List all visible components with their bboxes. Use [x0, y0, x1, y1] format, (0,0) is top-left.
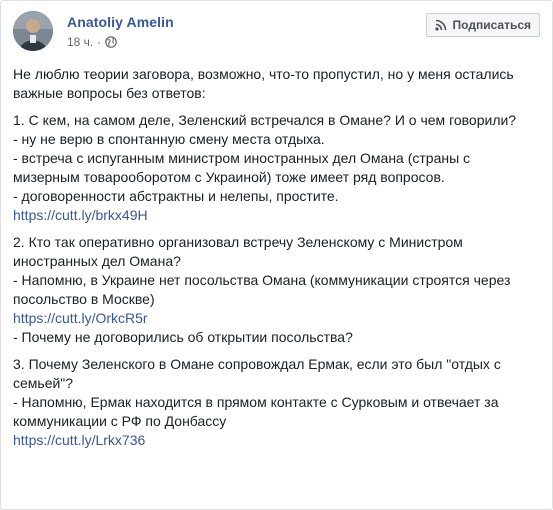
subscribe-button[interactable]: Подписаться: [425, 13, 540, 37]
author-name[interactable]: Anatoliy Amelin: [67, 14, 174, 30]
meta-separator: ·: [97, 35, 102, 49]
post-text-line: - встреча с испуганным министром иностра…: [13, 150, 471, 185]
rss-icon: [434, 19, 447, 31]
post-link[interactable]: https://cutt.ly/Lrkx736: [13, 431, 538, 450]
post-paragraph: Не люблю теории заговора, возможно, что-…: [13, 65, 538, 103]
post-paragraph: 2. Кто так оперативно организовал встреч…: [13, 233, 538, 347]
post-text-line: - Напомню, в Украине нет посольства Оман…: [13, 272, 511, 307]
post-text: Не люблю теории заговора, возможно, что-…: [13, 65, 538, 458]
avatar-photo: [13, 11, 53, 51]
post-link[interactable]: https://cutt.ly/brkx49H: [13, 206, 538, 225]
post-paragraph: 3. Почему Зеленского в Омане сопровождал…: [13, 355, 538, 450]
post-meta: 18 ч. ·: [67, 35, 118, 49]
post-text-line: - Почему не договорились об открытии пос…: [13, 329, 353, 345]
author-avatar[interactable]: [13, 11, 53, 51]
post-timestamp[interactable]: 18 ч.: [67, 35, 93, 49]
post-header: Anatoliy Amelin 18 ч. · Подписаться: [13, 11, 540, 61]
post-text-line: Не люблю теории заговора, возможно, что-…: [13, 66, 514, 101]
post-text-line: - ну не верю в спонтанную смену места от…: [13, 131, 325, 147]
post-paragraph: 1. С кем, на самом деле, Зеленский встре…: [13, 111, 538, 225]
post-text-line: - Напомню, Ермак находится в прямом конт…: [13, 394, 499, 429]
post-text-line: - договоренности абстрактны и нелепы, пр…: [13, 188, 339, 204]
facebook-post-card: Anatoliy Amelin 18 ч. · Подписаться Не л…: [0, 0, 553, 510]
post-text-line: 2. Кто так оперативно организовал встреч…: [13, 234, 463, 269]
post-link[interactable]: https://cutt.ly/OrkcR5r: [13, 309, 538, 328]
subscribe-label: Подписаться: [452, 18, 531, 32]
post-text-line: 1. С кем, на самом деле, Зеленский встре…: [13, 112, 517, 128]
post-text-line: 3. Почему Зеленского в Омане сопровождал…: [13, 356, 501, 391]
globe-icon[interactable]: [105, 36, 118, 48]
